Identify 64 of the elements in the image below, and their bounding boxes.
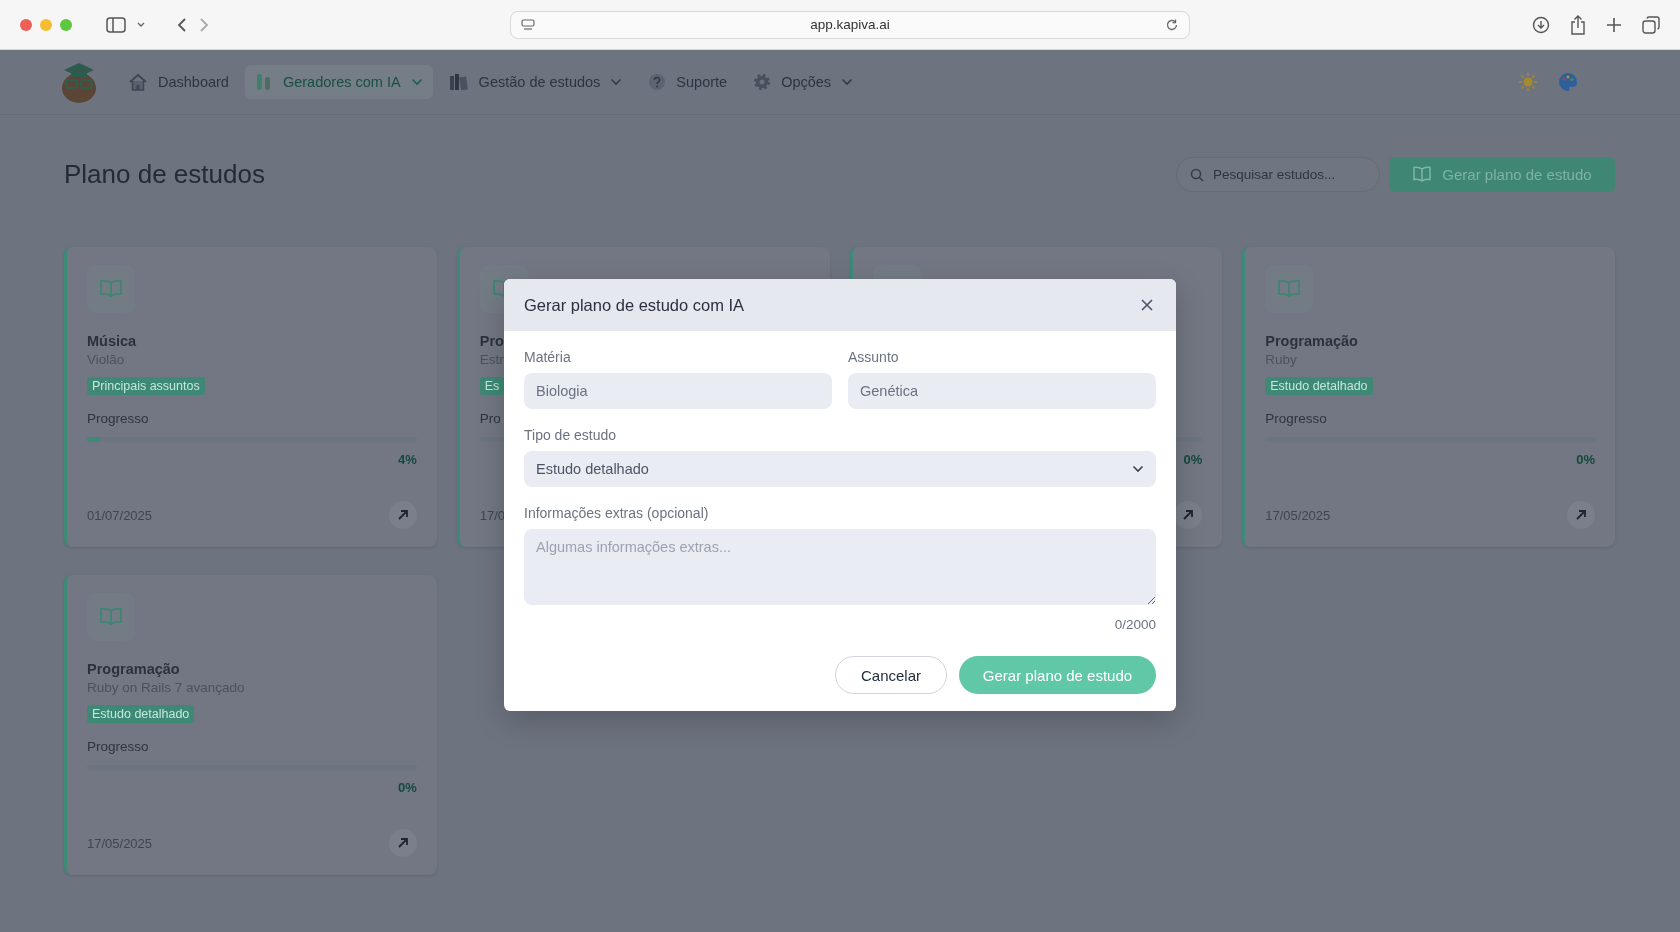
- arrow-up-right-icon: [1575, 509, 1587, 521]
- arrow-up-right-icon: [396, 837, 409, 849]
- search-field[interactable]: Pesquisar estudos...: [1176, 156, 1380, 192]
- forward-icon[interactable]: [198, 16, 210, 33]
- tabs-overview-icon[interactable]: [1642, 15, 1660, 34]
- page-settings-icon[interactable]: [521, 18, 535, 31]
- test-tubes-icon: [254, 72, 273, 92]
- book-icon: [87, 265, 135, 313]
- progress-percent: 0%: [397, 780, 417, 795]
- nav-item[interactable]: Geradores com IA: [244, 65, 433, 99]
- character-counter: 0/2000: [1114, 617, 1156, 632]
- download-icon[interactable]: [1532, 15, 1550, 34]
- arrow-up-right-icon: [396, 509, 409, 521]
- url-text: app.kapiva.ai: [809, 17, 891, 32]
- close-window-icon[interactable]: [20, 18, 32, 31]
- progress-label: Progresso: [87, 739, 149, 754]
- study-type-tag: Es: [479, 377, 505, 395]
- books-icon: [448, 73, 469, 91]
- card-title: Pro: [479, 333, 504, 349]
- page-title: Plano de estudos: [64, 158, 265, 190]
- progress-percent: 4%: [397, 452, 417, 467]
- reload-icon[interactable]: [1165, 17, 1179, 32]
- progress-label: Progresso: [1265, 411, 1327, 426]
- card-title: Programação: [87, 661, 180, 677]
- card-title: Programação: [1265, 333, 1358, 349]
- study-type-tag: Estudo detalhado: [87, 705, 195, 723]
- progress-label: Progresso: [87, 411, 149, 426]
- help-icon: [648, 73, 667, 91]
- field-label: Assunto: [848, 349, 900, 365]
- study-type-tag: Principais assuntos: [87, 377, 205, 395]
- address-bar[interactable]: app.kapiva.ai: [510, 10, 1190, 39]
- back-icon[interactable]: [176, 16, 188, 33]
- progress-percent: 0%: [1183, 452, 1203, 467]
- input-field[interactable]: Biologia: [524, 373, 832, 409]
- submit-button[interactable]: Gerar plano de estudo: [959, 656, 1156, 694]
- card-title: Música: [87, 333, 137, 349]
- field-label: Matéria: [524, 349, 572, 365]
- progress-percent: 0%: [1576, 452, 1595, 467]
- book-icon: [87, 593, 135, 641]
- generate-plan-button[interactable]: Gerar plano de estudo: [1389, 156, 1615, 192]
- nav-item[interactable]: Dashboard: [118, 66, 239, 98]
- nav-item[interactable]: Suporte: [638, 66, 738, 98]
- field-label: Informações extras (opcional): [524, 505, 710, 521]
- input-field[interactable]: Genética: [848, 373, 1156, 409]
- gear-icon: [753, 73, 772, 91]
- nav-item[interactable]: Opções: [743, 66, 864, 98]
- chevron-down-icon: [1132, 465, 1144, 473]
- book-icon: [1412, 166, 1433, 182]
- field-label: Tipo de estudo: [524, 427, 618, 443]
- extras-text-area[interactable]: Algumas informações extras...: [524, 529, 1156, 605]
- house-icon: [128, 73, 148, 91]
- sidebar-icon[interactable]: [106, 16, 126, 33]
- cancel-button[interactable]: Cancelar: [835, 656, 947, 694]
- open-card-button[interactable]: [1174, 501, 1203, 529]
- chevron-down-icon[interactable]: [136, 20, 146, 29]
- study-type-select[interactable]: Estudo detalhado: [524, 451, 1156, 487]
- study-type-tag: Estudo detalhado: [1265, 377, 1373, 395]
- share-icon[interactable]: [1570, 14, 1586, 35]
- new-tab-icon[interactable]: [1606, 16, 1622, 33]
- progress-label: Pro: [479, 411, 501, 426]
- nav-item[interactable]: Gestão de estudos: [438, 66, 633, 98]
- book-icon: [1265, 265, 1314, 313]
- arrow-up-right-icon: [1182, 509, 1195, 521]
- dialog-title: Gerar plano de estudo com IA: [524, 295, 745, 315]
